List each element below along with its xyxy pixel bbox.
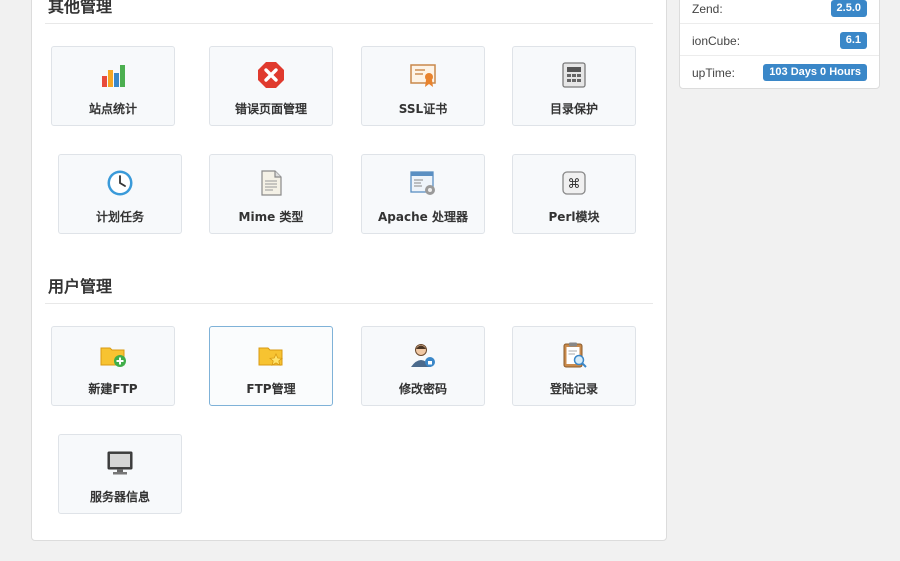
monitor-icon — [106, 449, 134, 477]
tile-new-ftp[interactable]: 新建FTP — [51, 326, 175, 406]
info-key: Zend: — [692, 2, 723, 16]
info-key: upTime: — [692, 66, 735, 80]
info-badge: 2.5.0 — [830, 0, 867, 17]
tile-apache-handlers[interactable]: Apache 处理器 — [361, 154, 485, 234]
document-icon — [257, 169, 285, 197]
info-row-uptime: upTime: 103 Days 0 Hours — [680, 57, 879, 88]
section-divider — [45, 23, 653, 24]
clock-icon — [106, 169, 134, 197]
tile-mime-types[interactable]: Mime 类型 — [209, 154, 333, 234]
bar-chart-icon — [99, 61, 127, 89]
server-info-panel: Zend: 2.5.0 ionCube: 6.1 upTime: 103 Day… — [679, 0, 880, 89]
user-lock-icon — [409, 341, 437, 369]
info-badge: 103 Days 0 Hours — [763, 64, 867, 81]
tile-ftp-management[interactable]: FTP管理 — [209, 326, 333, 406]
info-badge: 6.1 — [839, 32, 867, 49]
folder-add-icon — [99, 341, 127, 369]
tile-label: 计划任务 — [95, 210, 144, 224]
tile-label: 站点统计 — [88, 102, 137, 116]
info-key: ionCube: — [692, 34, 741, 48]
svg-text:⌘: ⌘ — [568, 177, 581, 192]
certificate-icon — [409, 61, 437, 89]
tile-login-records[interactable]: 登陆记录 — [512, 326, 636, 406]
tile-site-stats[interactable]: 站点统计 — [51, 46, 175, 126]
tile-directory-protect[interactable]: 目录保护 — [512, 46, 636, 126]
folder-star-icon — [257, 341, 285, 369]
tile-label: Perl模块 — [548, 210, 600, 224]
tile-error-pages[interactable]: 错误页面管理 — [209, 46, 333, 126]
tile-label: 目录保护 — [549, 102, 598, 116]
directory-protect-icon — [560, 61, 588, 89]
info-row-zend: Zend: 2.5.0 — [680, 0, 879, 24]
tile-label: SSL证书 — [398, 102, 448, 116]
window-gear-icon — [409, 169, 437, 197]
error-icon — [257, 61, 285, 89]
command-key-icon: ⌘ — [560, 169, 588, 197]
tile-perl-modules[interactable]: ⌘ Perl模块 — [512, 154, 636, 234]
tile-change-password[interactable]: 修改密码 — [361, 326, 485, 406]
info-row-ioncube: ionCube: 6.1 — [680, 25, 879, 56]
tile-label: Mime 类型 — [238, 210, 304, 224]
tile-label: 错误页面管理 — [234, 102, 307, 116]
section-title-other: 其他管理 — [48, 0, 113, 16]
tile-label: 新建FTP — [88, 382, 138, 396]
tile-label: 登陆记录 — [549, 382, 598, 396]
section-title-user: 用户管理 — [48, 277, 113, 296]
section-divider — [45, 303, 653, 304]
tile-cron-jobs[interactable]: 计划任务 — [58, 154, 182, 234]
tile-server-info[interactable]: 服务器信息 — [58, 434, 182, 514]
tile-label: 服务器信息 — [89, 490, 150, 504]
tile-label: Apache 处理器 — [378, 210, 468, 224]
tile-label: 修改密码 — [398, 382, 447, 396]
clipboard-search-icon — [560, 341, 588, 369]
tile-ssl-certificate[interactable]: SSL证书 — [361, 46, 485, 126]
tile-label: FTP管理 — [246, 382, 296, 396]
